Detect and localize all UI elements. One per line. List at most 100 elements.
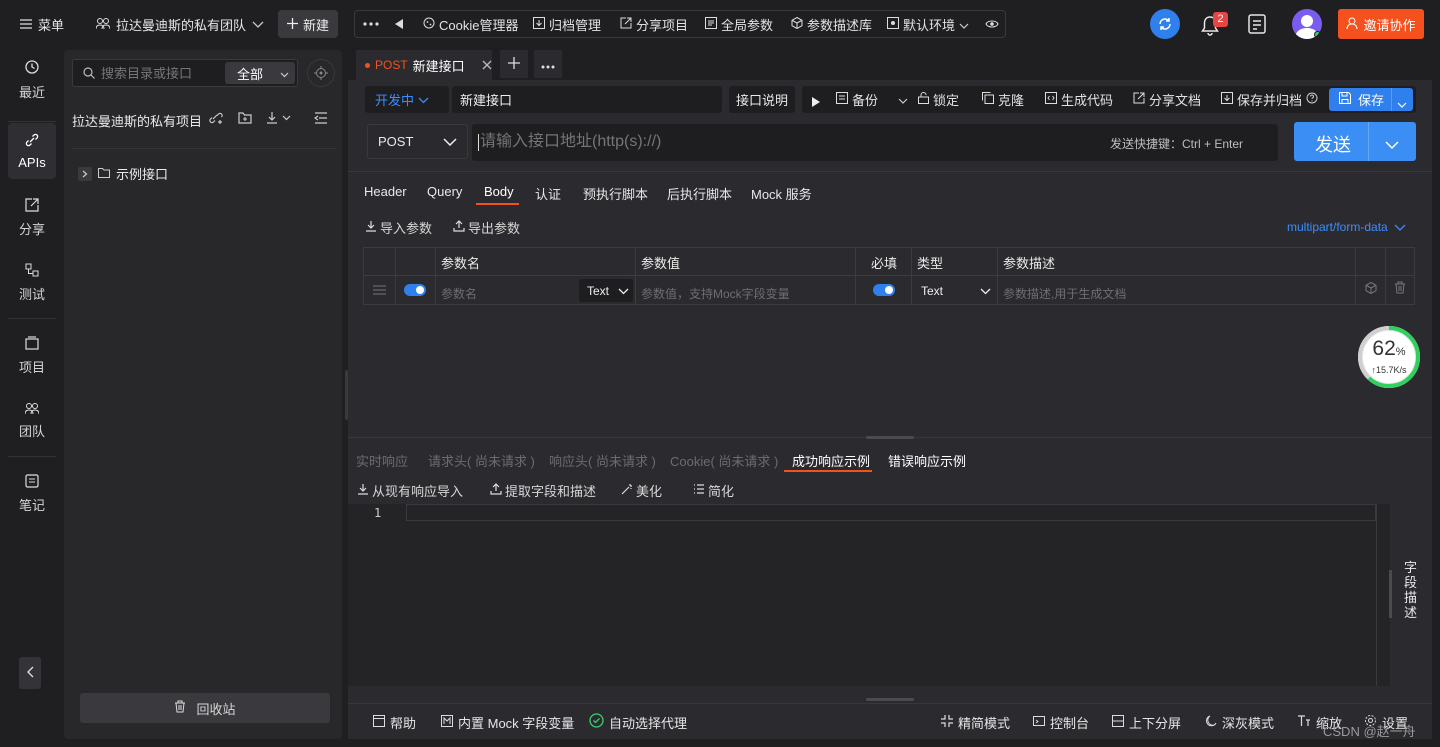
tab-more-button[interactable] — [534, 50, 562, 78]
param-name-input[interactable]: 参数名 — [441, 285, 477, 302]
export-params-button[interactable]: 导出参数 — [453, 218, 520, 237]
body-type-select[interactable]: multipart/form-data — [1287, 219, 1406, 234]
simplify-button[interactable]: 简化 — [693, 481, 734, 500]
cookie-manager-button[interactable]: Cookie管理器 — [423, 11, 518, 37]
nav-item-recent[interactable]: 最近 — [8, 52, 56, 108]
extract-fields-button[interactable]: 提取字段和描述 — [490, 481, 596, 500]
add-api-icon[interactable] — [209, 111, 223, 128]
nav-item-test[interactable]: 测试 — [8, 255, 56, 311]
chevron-down-icon[interactable] — [1385, 137, 1399, 152]
collapse-tree-icon[interactable] — [313, 112, 328, 127]
save-archive-button[interactable]: 保存并归档 — [1221, 86, 1318, 113]
import-icon[interactable] — [266, 111, 292, 128]
team-selector[interactable]: 拉达曼迪斯的私有团队 — [95, 0, 264, 48]
enable-toggle[interactable] — [404, 284, 426, 296]
field-desc-side-tab[interactable]: 字段描述 — [1404, 560, 1420, 620]
auto-proxy-button[interactable]: 自动选择代理 — [589, 704, 687, 740]
filter-select[interactable]: 全部 — [225, 62, 295, 84]
locate-icon[interactable] — [307, 59, 335, 87]
status-selector[interactable]: 开发中 — [365, 86, 449, 113]
tab-request-headers[interactable]: 请求头( 尚未请求 ) — [428, 451, 535, 470]
search-input[interactable] — [101, 64, 221, 82]
tab-success-example[interactable]: 成功响应示例 — [792, 451, 870, 470]
dark-mode-button[interactable]: 深灰模式 — [1205, 704, 1274, 740]
close-icon[interactable] — [482, 58, 492, 73]
param-type-select[interactable]: Text — [917, 279, 995, 302]
chevron-down-icon[interactable] — [898, 92, 908, 107]
beautify-button[interactable]: 美化 — [621, 481, 662, 500]
help-button[interactable]: 帮助 — [373, 704, 416, 740]
send-button[interactable]: 发送 — [1294, 122, 1416, 161]
generate-code-button[interactable]: 生成代码 — [1045, 86, 1113, 113]
play-icon[interactable] — [812, 95, 820, 110]
param-value-input[interactable]: 参数值，支持Mock字段变量 — [641, 285, 790, 302]
share-project-button[interactable]: 分享项目 — [620, 11, 688, 37]
add-tab-button[interactable] — [500, 50, 528, 78]
notes-icon[interactable] — [1248, 14, 1266, 37]
nav-item-apis[interactable]: APIs — [8, 123, 56, 179]
required-toggle[interactable] — [873, 284, 895, 296]
sync-icon[interactable] — [1150, 9, 1180, 39]
menu-button[interactable]: 菜单 — [20, 0, 64, 48]
lock-button[interactable]: 锁定 — [918, 86, 959, 113]
collapse-left-icon[interactable] — [395, 11, 403, 37]
import-from-response-button[interactable]: 从现有响应导入 — [357, 481, 463, 500]
collapse-nav-button[interactable] — [19, 657, 41, 689]
response-editor[interactable]: 1 — [348, 504, 1390, 686]
cube-icon[interactable] — [1365, 281, 1377, 297]
backup-button[interactable]: 备份 — [836, 86, 908, 113]
param-desc-input[interactable]: 参数描述,用于生成文档 — [1003, 285, 1126, 302]
tree-folder-item[interactable]: 示例接口 — [78, 164, 168, 183]
method-select[interactable]: POST — [367, 124, 468, 159]
invite-button[interactable]: 邀请协作 — [1338, 9, 1424, 39]
history-icon — [24, 59, 40, 78]
tab-error-example[interactable]: 错误响应示例 — [888, 451, 966, 470]
bottom-resize-handle[interactable] — [866, 698, 914, 701]
save-button[interactable]: 保存 — [1329, 88, 1413, 111]
side-panel-handle[interactable] — [1389, 570, 1392, 618]
help-circle-icon[interactable] — [1306, 92, 1318, 107]
editor-scrollbar[interactable] — [1376, 504, 1390, 686]
tab-cookie[interactable]: Cookie( 尚未请求 ) — [670, 451, 778, 470]
tab-realtime-response[interactable]: 实时响应 — [356, 451, 408, 470]
tab-pre-script[interactable]: 预执行脚本 — [583, 184, 648, 203]
console-button[interactable]: 控制台 — [1033, 704, 1089, 740]
split-layout-button[interactable]: 上下分屏 — [1112, 704, 1181, 740]
tab-query[interactable]: Query — [427, 184, 462, 199]
recycle-bin-button[interactable]: 回收站 — [80, 693, 330, 723]
tab-auth[interactable]: 认证 — [535, 184, 561, 203]
clone-button[interactable]: 克隆 — [982, 86, 1024, 113]
environment-selector[interactable]: 默认环境 — [887, 11, 969, 37]
url-input[interactable] — [480, 130, 1080, 154]
mock-vars-button[interactable]: 内置 Mock 字段变量 — [441, 704, 574, 740]
split-resize-handle[interactable] — [866, 436, 914, 439]
tab-mock[interactable]: Mock 服务 — [751, 184, 812, 203]
chevron-down-icon[interactable] — [1397, 96, 1407, 111]
new-button[interactable]: 新建 — [278, 10, 338, 38]
nav-item-team[interactable]: 团队 — [8, 393, 56, 449]
archive-manager-button[interactable]: 归档管理 — [533, 11, 601, 37]
new-folder-icon[interactable] — [238, 112, 252, 127]
tab-response-headers[interactable]: 响应头( 尚未请求 ) — [549, 451, 656, 470]
api-name-input[interactable] — [452, 86, 722, 113]
tab-new-api[interactable]: POST 新建接口 — [356, 50, 492, 80]
extract-fields-label: 提取字段和描述 — [505, 484, 597, 499]
tab-body[interactable]: Body — [484, 184, 514, 199]
eye-icon[interactable] — [985, 11, 999, 37]
tab-post-script[interactable]: 后执行脚本 — [667, 184, 732, 203]
tab-header[interactable]: Header — [364, 184, 407, 199]
param-name-type-select[interactable]: Text — [579, 279, 633, 302]
global-params-label: 全局参数 — [721, 17, 774, 33]
share-doc-button[interactable]: 分享文档 — [1133, 86, 1201, 113]
param-desc-library-button[interactable]: 参数描述库 — [791, 11, 872, 37]
compact-mode-button[interactable]: 精简模式 — [941, 704, 1010, 740]
drag-handle-icon[interactable] — [373, 283, 386, 298]
more-icon[interactable] — [363, 11, 379, 37]
avatar[interactable] — [1292, 9, 1322, 39]
nav-item-project[interactable]: 项目 — [8, 328, 56, 384]
import-params-button[interactable]: 导入参数 — [365, 218, 432, 237]
delete-icon[interactable] — [1394, 281, 1406, 297]
global-params-button[interactable]: 全局参数 — [705, 11, 773, 37]
api-doc-button[interactable]: 接口说明 — [729, 86, 795, 113]
notification-bell-icon[interactable]: 2 — [1200, 12, 1228, 36]
